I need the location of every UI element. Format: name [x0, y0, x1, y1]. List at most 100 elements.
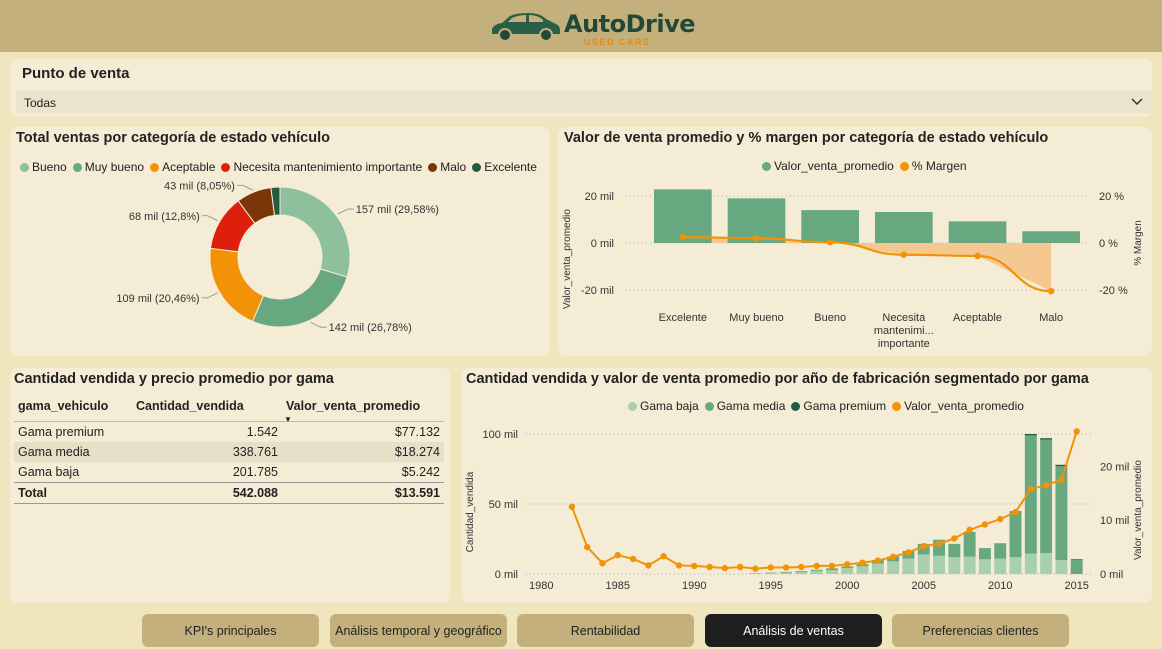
valor-point	[614, 551, 621, 559]
donut-leader-line	[201, 215, 218, 222]
donut-legend-item[interactable]: Necesita mantenimiento importante	[221, 160, 422, 174]
sort-desc-icon: ▼	[284, 415, 292, 424]
cell: 1.542	[246, 425, 278, 439]
valor-point	[997, 515, 1004, 523]
legend-label: Gama baja	[640, 399, 699, 413]
bar-line-legend-item[interactable]: Gama media	[704, 399, 785, 413]
legend-marker-icon	[628, 401, 637, 411]
bar-gama-media-2013	[1040, 439, 1053, 553]
bar-gama-baja-2000	[841, 568, 854, 574]
bar-gama-baja-2009	[978, 559, 991, 574]
valor-point	[645, 562, 652, 569]
table-total-row: Total 542.088 $13.591	[14, 482, 444, 504]
tab-preferencias-clientes[interactable]: Preferencias clientes	[892, 614, 1069, 647]
x-tick-label: 2010	[988, 580, 1012, 592]
x-tick-label: 1985	[606, 580, 630, 592]
donut-panel: Total ventas por categoría de estado veh…	[10, 127, 550, 356]
y-left-tick: 20 mil	[585, 191, 614, 203]
y-left-axis-title: Valor_venta_promedio	[562, 209, 573, 309]
table-row: Gama baja 201.785 $5.242	[14, 462, 444, 483]
donut-legend-item[interactable]: Bueno	[20, 160, 67, 174]
donut-data-label: 68 mil (12,8%)	[129, 211, 200, 223]
donut-legend: Bueno Muy bueno Aceptable Necesita mantenim…	[20, 160, 537, 174]
slicer-title: Punto de venta	[22, 65, 130, 82]
bar-gama-baja-2005	[917, 554, 930, 574]
donut-title: Total ventas por categoría de estado veh…	[16, 130, 330, 146]
y-left-tick: 0 mil	[591, 238, 614, 250]
valor-point	[767, 564, 774, 571]
donut-chart: 157 mil (29,58%) 142 mil (26,78%) 109 mil …	[116, 180, 438, 334]
logo: AutoDrive USED CARS	[488, 8, 696, 48]
valor-point	[629, 555, 637, 563]
valor-point	[905, 549, 912, 556]
valor-bar-5	[1022, 231, 1080, 243]
cell: Gama baja	[18, 465, 80, 479]
legend-marker-icon	[762, 161, 771, 171]
header-gama[interactable]: gama_vehiculo	[14, 394, 132, 422]
donut-slice-aceptable	[209, 247, 265, 323]
x-category-label: Bueno	[814, 312, 846, 324]
bar-gama-media-2015	[1070, 560, 1083, 574]
bar-gama-baja-2004	[902, 558, 915, 574]
tab-rentabilidad[interactable]: Rentabilidad	[517, 614, 694, 647]
valor-point	[583, 543, 591, 551]
bar-gama-baja-2008	[963, 556, 976, 574]
valor-point	[981, 521, 989, 528]
x-tick-label: 1990	[682, 580, 706, 592]
cell: $5.242	[401, 465, 440, 479]
bar-gama-premium-2013	[1040, 438, 1053, 440]
legend-marker-icon	[150, 162, 160, 172]
x-tick-label: 1995	[759, 580, 783, 592]
table-title: Cantidad vendida y precio promedio por g…	[14, 371, 334, 387]
bar-gama-baja-1999	[825, 570, 838, 574]
donut-legend-item[interactable]: Aceptable	[150, 160, 215, 174]
y-left-tick: -20 mil	[581, 285, 614, 297]
margin-point	[753, 235, 760, 242]
chevron-down-icon[interactable]	[1130, 95, 1144, 109]
y-left-tick: 0 mil	[495, 569, 518, 581]
bar-line-legend: Gama baja Gama media Gama premium Valor_ven…	[628, 399, 1024, 413]
valor-point	[859, 559, 866, 566]
valor-point	[813, 562, 820, 570]
valor-point	[752, 565, 759, 572]
cell: Gama media	[14, 442, 132, 462]
bar-gama-baja-1995	[764, 573, 777, 574]
y-right-tick: 20 %	[1099, 191, 1124, 203]
bar-gama-baja-2010	[994, 558, 1007, 574]
donut-legend-item[interactable]: Muy bueno	[72, 160, 144, 174]
margin-point	[900, 251, 908, 258]
table-row: Gama media 338.761 $18.274	[14, 442, 444, 462]
slicer-value: Todas	[24, 96, 57, 110]
valor-point	[966, 526, 973, 534]
valor-point	[691, 562, 698, 570]
tab-kpi-s-principales[interactable]: KPI's principales	[142, 614, 319, 647]
valor-point	[951, 535, 958, 542]
cell: 542.088	[132, 482, 282, 504]
bar-line-legend-item[interactable]: Valor_venta_promedio	[892, 399, 1024, 413]
header-valor[interactable]: Valor_venta_promedio ▼	[282, 394, 444, 424]
header-valor-label: Valor_venta_promedio	[286, 399, 421, 413]
table-row: Gama premium 1.542 $77.132	[14, 422, 444, 443]
header-cantidad[interactable]: Cantidad_vendida	[132, 394, 282, 422]
valor-point	[828, 562, 836, 570]
bar-line-legend-item[interactable]: Gama baja	[628, 399, 699, 413]
bar-line-legend-item[interactable]: Gama premium	[791, 399, 886, 413]
donut-slice-bueno	[279, 186, 351, 278]
car-icon	[492, 13, 560, 42]
cell: $13.591	[282, 482, 444, 504]
valor-point	[568, 503, 576, 510]
y-right-tick: -20 %	[1099, 285, 1128, 297]
bar-gama-media-1997	[795, 571, 808, 572]
cell: $18.274	[282, 442, 444, 462]
valor-point	[660, 553, 667, 560]
tab-análisis-temporal-y-geográfico[interactable]: Análisis temporal y geográfico	[330, 614, 507, 647]
legend-marker-icon	[428, 162, 438, 172]
margin-point	[1047, 287, 1055, 295]
donut-legend-item[interactable]: Malo	[428, 160, 466, 174]
legend-marker-icon	[899, 161, 909, 171]
donut-legend-item[interactable]: Excelente	[472, 160, 537, 174]
tab-análisis-de-ventas[interactable]: Análisis de ventas	[705, 614, 882, 647]
x-tick-label: 1980	[529, 580, 553, 592]
x-category-label: mantenimi...	[874, 325, 934, 337]
punto-de-venta-dropdown[interactable]: Todas	[16, 91, 1152, 113]
